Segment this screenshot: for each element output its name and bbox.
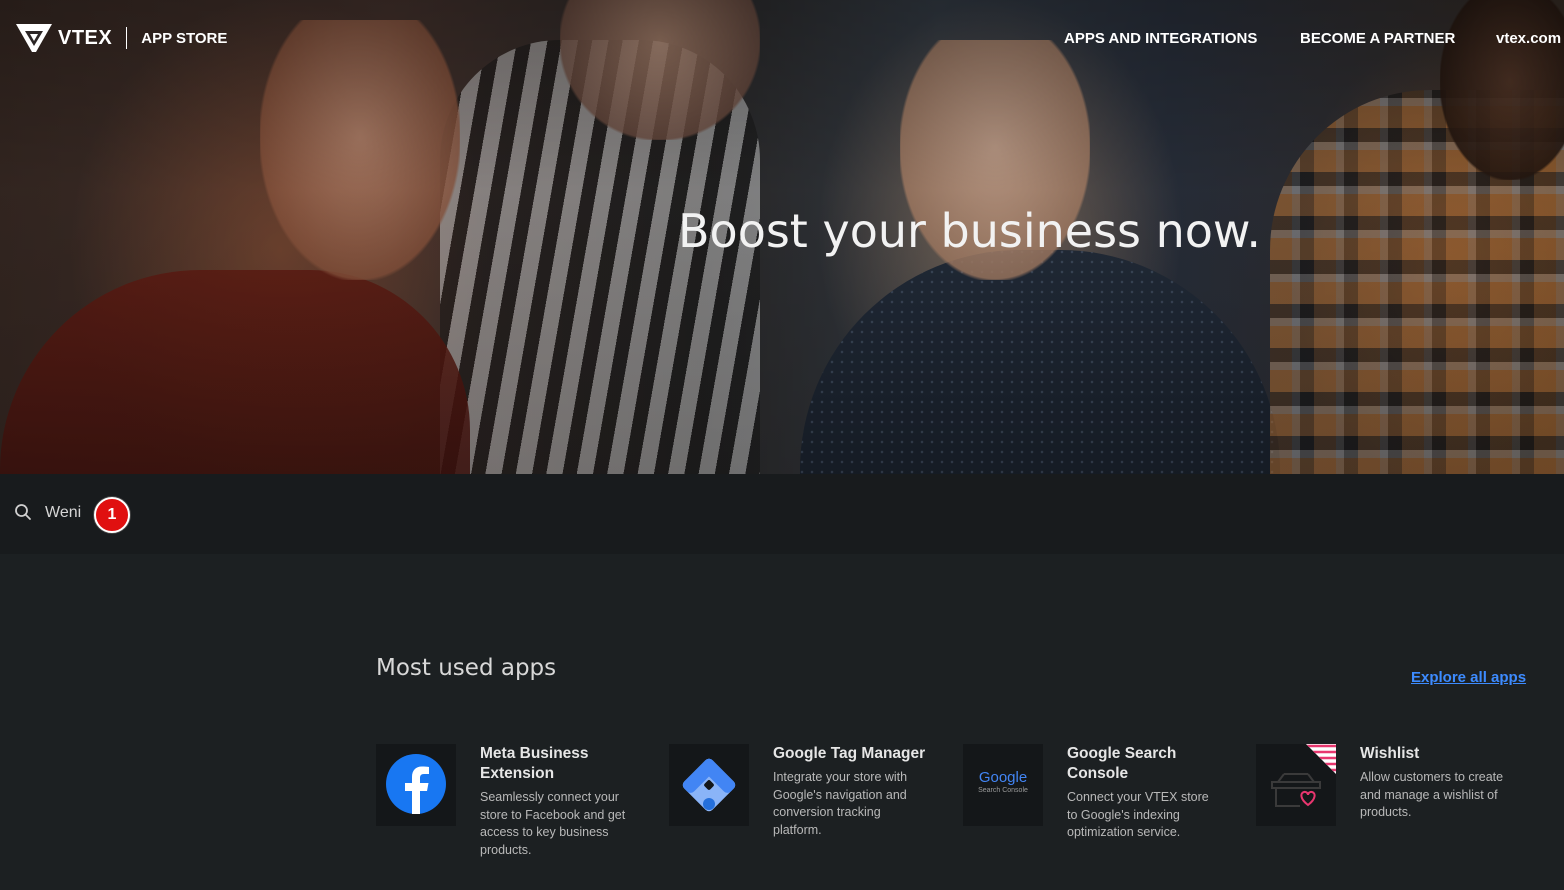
app-title: Google Tag Manager — [773, 745, 926, 762]
app-icon-tile: Google Search Console — [963, 744, 1043, 826]
app-description: Integrate your store with Google's navig… — [773, 770, 908, 837]
app-icon-tile — [376, 744, 456, 826]
top-nav: VTEX APP STORE APPS AND INTEGRATIONS BEC… — [0, 0, 1564, 78]
facebook-icon — [386, 754, 446, 814]
app-description: Allow customers to create and manage a w… — [1360, 770, 1504, 819]
nav-become-a-partner[interactable]: BECOME A PARTNER — [1300, 30, 1455, 47]
app-card-wishlist[interactable]: Wishlist Allow customers to create and m… — [1256, 744, 1516, 874]
hero-title: Boost your business now. — [678, 204, 1261, 258]
vtex-logo-link[interactable]: VTEX APP STORE — [14, 22, 227, 54]
nav-vtex-com[interactable]: vtex.com — [1496, 30, 1561, 47]
section-title: Most used apps — [376, 655, 557, 681]
search-bar: Weni 1 — [0, 474, 1564, 554]
app-description: Seamlessly connect your store to Faceboo… — [480, 790, 626, 857]
app-title: Meta Business Extension — [480, 745, 589, 782]
google-search-console-icon: Google Search Console — [978, 769, 1028, 795]
app-description: Connect your VTEX store to Google's inde… — [1067, 790, 1209, 839]
google-tag-manager-icon — [682, 758, 736, 812]
search-icon[interactable] — [14, 503, 32, 521]
wishlist-basket-icon — [1271, 744, 1336, 807]
app-card-google-tag-manager[interactable]: Google Tag Manager Integrate your store … — [669, 744, 929, 874]
app-title: Wishlist — [1360, 745, 1420, 762]
app-title: Google Search Console — [1067, 745, 1177, 782]
search-input[interactable]: Weni — [45, 504, 81, 522]
nav-apps-and-integrations[interactable]: APPS AND INTEGRATIONS — [1064, 30, 1257, 47]
brand-name: VTEX — [58, 26, 113, 49]
explore-all-apps-link[interactable]: Explore all apps — [1411, 669, 1526, 686]
app-card-google-search-console[interactable]: Google Search Console Google Search Cons… — [963, 744, 1223, 874]
logo-divider — [126, 27, 128, 49]
app-icon-tile — [1256, 744, 1336, 826]
app-store-label: APP STORE — [141, 29, 228, 47]
step-badge: 1 — [94, 497, 130, 533]
app-card-meta-business-extension[interactable]: Meta Business Extension Seamlessly conne… — [376, 744, 636, 874]
vtex-logo-icon — [16, 24, 52, 52]
app-icon-tile — [669, 744, 749, 826]
